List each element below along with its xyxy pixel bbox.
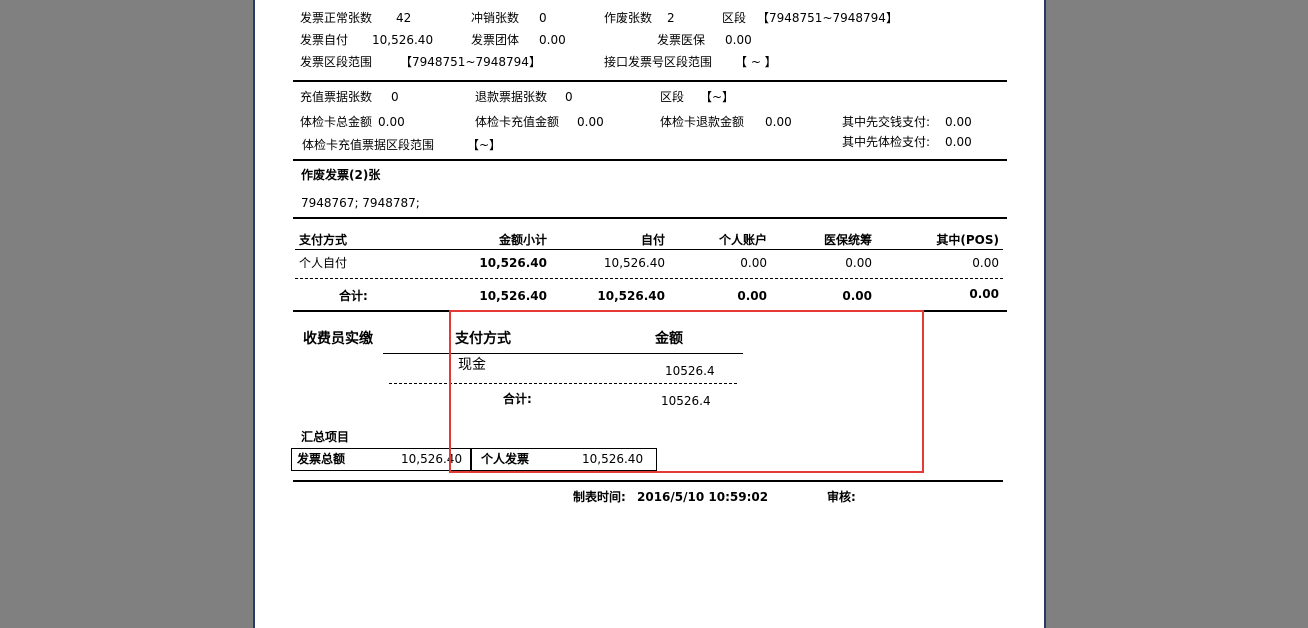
precheck-value: 0.00 xyxy=(945,135,972,149)
divider-1 xyxy=(293,80,1007,82)
payment-header-pos: 其中(POS) xyxy=(936,233,999,247)
card-refund-amount-label: 体检卡退款金额 xyxy=(660,115,745,129)
divider-2 xyxy=(293,159,1007,161)
card-total-label: 体检卡总金额 xyxy=(300,115,373,129)
refund-count-label: 退款票据张数 xyxy=(475,90,548,104)
segment-label: 区段 xyxy=(722,11,747,25)
audit-label: 审核: xyxy=(827,490,856,504)
payment-row-pos: 0.00 xyxy=(972,256,999,270)
group-value: 0.00 xyxy=(539,33,566,47)
card-recharge-amount-value: 0.00 xyxy=(577,115,604,129)
group-label: 发票团体 xyxy=(471,33,520,47)
payment-row-personal-account: 0.00 xyxy=(740,256,767,270)
payment-total-medical-pool: 0.00 xyxy=(842,289,872,303)
range-label: 发票区段范围 xyxy=(300,55,373,69)
items-title: 汇总项目 xyxy=(301,430,350,444)
void-count-label: 作废张数 xyxy=(604,11,653,25)
void-count-value: 2 xyxy=(667,11,675,25)
reversal-count-label: 冲销张数 xyxy=(471,11,520,25)
card-segment-label: 区段 xyxy=(660,90,685,104)
prepay-label: 其中先交钱支付: xyxy=(842,115,931,129)
cashier-title: 收费员实缴 xyxy=(303,331,373,347)
normal-count-value: 42 xyxy=(396,11,412,25)
payment-header-self: 自付 xyxy=(640,233,665,247)
payment-header-method: 支付方式 xyxy=(299,233,348,247)
card-recharge-amount-label: 体检卡充值金额 xyxy=(475,115,560,129)
payment-header-subtotal: 金额小计 xyxy=(498,233,547,247)
payment-header-line xyxy=(295,249,1003,250)
report-page: 发票正常张数 42 冲销张数 0 作废张数 2 区段 【7948751~7948… xyxy=(253,0,1046,628)
divider-5 xyxy=(293,480,1003,482)
recharge-range-value: 【~】 xyxy=(467,138,502,152)
interface-range-label: 接口发票号区段范围 xyxy=(604,55,713,69)
precheck-label: 其中先体检支付: xyxy=(842,135,931,149)
payment-total-subtotal: 10,526.40 xyxy=(479,289,547,303)
payment-dashed-line xyxy=(295,278,1003,279)
divider-3 xyxy=(293,217,1007,219)
payment-total-pos: 0.00 xyxy=(969,287,999,301)
highlight-box xyxy=(449,310,924,473)
void-numbers: 7948767; 7948787; xyxy=(301,196,420,210)
payment-total-label: 合计: xyxy=(339,289,368,303)
card-total-value: 0.00 xyxy=(378,115,405,129)
card-refund-amount-value: 0.00 xyxy=(765,115,792,129)
payment-header-medical-pool: 医保统筹 xyxy=(823,233,872,247)
normal-count-label: 发票正常张数 xyxy=(300,11,373,25)
payment-row-medical-pool: 0.00 xyxy=(845,256,872,270)
reversal-count-value: 0 xyxy=(539,11,547,25)
recharge-count-label: 充值票据张数 xyxy=(300,90,373,104)
payment-row-self: 10,526.40 xyxy=(603,256,665,270)
payment-total-personal-account: 0.00 xyxy=(737,289,767,303)
payment-total-self: 10,526.40 xyxy=(597,289,665,303)
payment-header-personal-account: 个人账户 xyxy=(718,233,767,247)
segment-value: 【7948751~7948794】 xyxy=(757,11,898,25)
invoice-total-label: 发票总额 xyxy=(297,452,346,466)
interface-range-value: 【 ~ 】 xyxy=(735,55,777,69)
refund-count-value: 0 xyxy=(565,90,573,104)
self-pay-value: 10,526.40 xyxy=(372,33,434,47)
medical-label: 发票医保 xyxy=(657,33,706,47)
made-time-label: 制表时间: xyxy=(573,490,626,504)
card-segment-value: 【~】 xyxy=(700,90,735,104)
range-value: 【7948751~7948794】 xyxy=(400,55,541,69)
void-title: 作废发票(2)张 xyxy=(301,168,381,182)
recharge-range-label: 体检卡充值票据区段范围 xyxy=(302,138,435,152)
payment-row-method: 个人自付 xyxy=(299,256,348,270)
prepay-value: 0.00 xyxy=(945,115,972,129)
medical-value: 0.00 xyxy=(725,33,752,47)
made-time-value: 2016/5/10 10:59:02 xyxy=(637,490,769,504)
payment-row-subtotal: 10,526.40 xyxy=(479,256,547,270)
recharge-count-value: 0 xyxy=(391,90,399,104)
self-pay-label: 发票自付 xyxy=(300,33,349,47)
